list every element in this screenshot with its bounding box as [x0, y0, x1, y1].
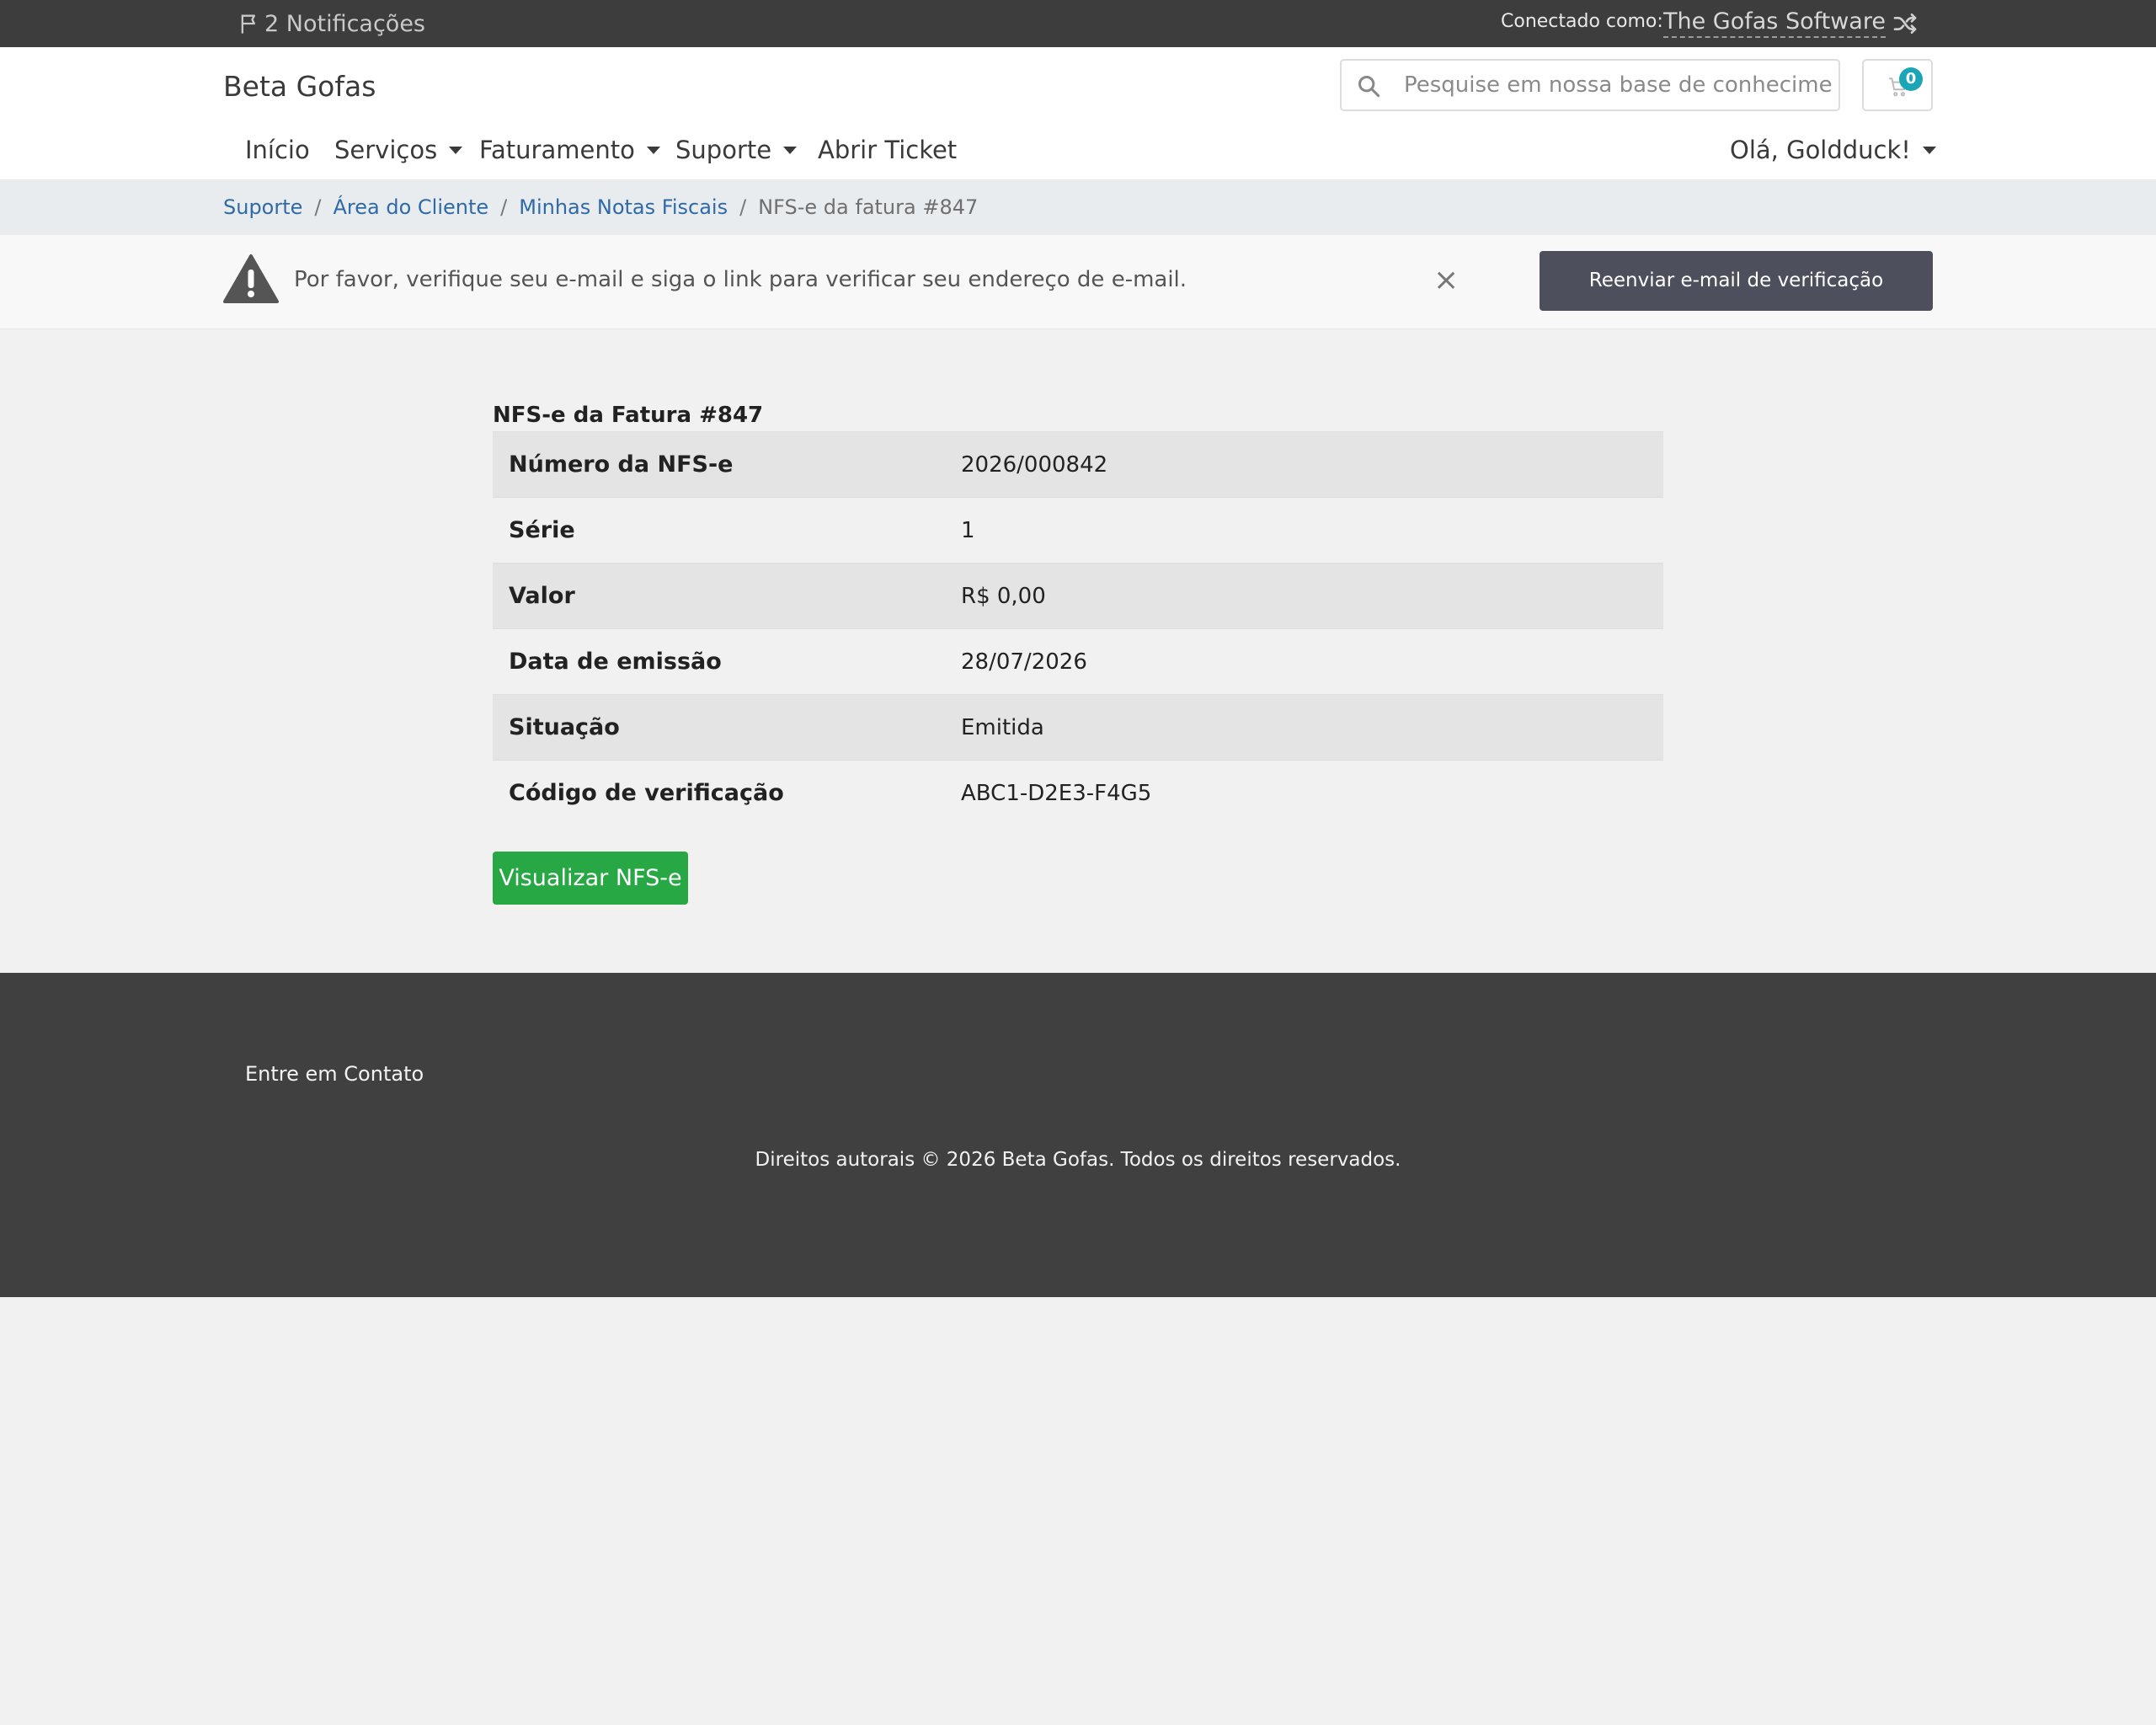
caret-down-icon	[1922, 146, 1936, 154]
notifications-link[interactable]: 2 Notificações	[237, 8, 425, 39]
breadcrumb-separator: /	[314, 195, 322, 219]
nav-suporte[interactable]: Suporte	[675, 131, 798, 168]
nav-abrir-ticket[interactable]: Abrir Ticket	[818, 131, 957, 168]
nav-inicio[interactable]: Início	[245, 131, 310, 168]
nav-abrir-ticket-label: Abrir Ticket	[818, 136, 958, 164]
table-row: Situação Emitida	[493, 694, 1663, 760]
caret-down-icon	[783, 146, 798, 154]
shuffle-icon[interactable]	[1892, 10, 1919, 37]
row-value: Emitida	[961, 714, 1044, 740]
row-label: Série	[509, 517, 575, 543]
row-label: Valor	[509, 583, 575, 609]
nav-faturamento-label: Faturamento	[479, 136, 635, 164]
breadcrumb-suporte[interactable]: Suporte	[223, 193, 302, 222]
top-bar: 2 Notificações Conectado como: The Gofas…	[0, 0, 2156, 47]
breadcrumb-separator: /	[739, 195, 747, 219]
contact-link[interactable]: Entre em Contato	[245, 1060, 424, 1088]
breadcrumb-area-do-cliente[interactable]: Área do Cliente	[334, 193, 489, 222]
row-value: R$ 0,00	[961, 583, 1046, 609]
connected-as-label: Conectado como:	[1501, 11, 1663, 32]
connected-account-link[interactable]: The Gofas Software	[1663, 8, 1886, 38]
row-label: Situação	[509, 714, 620, 740]
nav-faturamento[interactable]: Faturamento	[479, 131, 660, 168]
cart-count-badge: 0	[1899, 67, 1923, 91]
table-row: Data de emissão 28/07/2026	[493, 628, 1663, 694]
verify-email-alert: Por favor, verifique seu e-mail e siga o…	[0, 235, 2156, 329]
breadcrumb-bar: Suporte / Área do Cliente / Minhas Notas…	[0, 179, 2156, 235]
view-nfse-button[interactable]: Visualizar NFS-e	[493, 852, 688, 905]
search-icon[interactable]	[1357, 74, 1380, 98]
caret-down-icon	[646, 146, 660, 154]
knowledgebase-search	[1340, 59, 1840, 111]
row-label: Data de emissão	[509, 649, 722, 675]
row-value: 1	[961, 517, 975, 543]
breadcrumb: Suporte / Área do Cliente / Minhas Notas…	[223, 193, 978, 222]
user-menu[interactable]: Olá, Goldduck!	[1730, 131, 1936, 168]
nfse-details-table: Número da NFS-e 2026/000842 Série 1 Valor R…	[493, 431, 1663, 825]
warning-icon	[223, 254, 279, 303]
site-header: Beta Gofas 0 Início Serviços Faturamento…	[0, 47, 2156, 179]
breadcrumb-minhas-notas[interactable]: Minhas Notas Fiscais	[519, 193, 728, 222]
table-row: Série 1	[493, 497, 1663, 563]
table-row: Código de verificação ABC1-D2E3-F4G5	[493, 760, 1663, 825]
table-row: Valor R$ 0,00	[493, 563, 1663, 628]
caret-down-icon	[449, 146, 463, 154]
alert-message: Por favor, verifique seu e-mail e siga o…	[294, 267, 1187, 292]
search-input[interactable]	[1404, 67, 1833, 103]
cart-button[interactable]: 0	[1862, 59, 1933, 111]
table-row: Número da NFS-e 2026/000842	[493, 431, 1663, 497]
brand-logo[interactable]: Beta Gofas	[223, 68, 376, 105]
resend-verification-button[interactable]: Reenviar e-mail de verificação	[1540, 251, 1933, 311]
breadcrumb-separator: /	[500, 195, 508, 219]
notifications-label: 2 Notificações	[264, 10, 426, 37]
row-label: Número da NFS-e	[509, 451, 734, 478]
row-value: ABC1-D2E3-F4G5	[961, 780, 1152, 806]
nav-servicos[interactable]: Serviços	[334, 131, 463, 168]
row-value: 28/07/2026	[961, 649, 1087, 675]
copyright-text: Direitos autorais © 2026 Beta Gofas. Tod…	[755, 1149, 1401, 1171]
row-label: Código de verificação	[509, 780, 784, 806]
user-menu-label: Olá, Goldduck!	[1730, 136, 1911, 164]
site-footer: Entre em Contato Direitos autorais © 202…	[0, 973, 2156, 1297]
nav-suporte-label: Suporte	[675, 136, 772, 164]
close-icon[interactable]: ×	[1433, 264, 1459, 297]
page-title: NFS-e da Fatura #847	[493, 403, 764, 428]
nav-servicos-label: Serviços	[334, 136, 438, 164]
flag-icon	[241, 14, 255, 34]
breadcrumb-current: NFS-e da fatura #847	[758, 195, 979, 219]
row-value: 2026/000842	[961, 451, 1108, 478]
nav-inicio-label: Início	[245, 136, 310, 164]
